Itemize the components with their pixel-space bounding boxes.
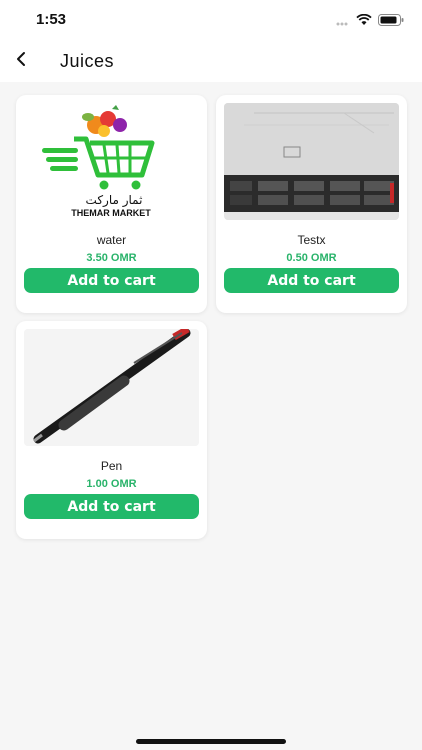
product-name: water bbox=[96, 233, 127, 247]
themar-market-logo: ثمار ماركت THEMAR MARKET bbox=[42, 105, 155, 218]
product-name: Testx bbox=[297, 233, 326, 247]
product-image bbox=[24, 329, 199, 446]
product-image bbox=[224, 103, 399, 220]
home-indicator[interactable] bbox=[136, 739, 286, 744]
product-name: Pen bbox=[100, 459, 123, 473]
page-title: Juices bbox=[60, 51, 115, 71]
status-time: 1:53 bbox=[36, 11, 67, 28]
product-card[interactable]: Pen 1.00 OMR Add to cart bbox=[16, 321, 207, 539]
product-price: 1.00 OMR bbox=[86, 478, 137, 490]
product-card[interactable]: ثمار ماركت THEMAR MARKET water 3.50 OMR … bbox=[16, 95, 207, 313]
app-header: Juices bbox=[0, 40, 422, 82]
signal-icon bbox=[336, 13, 350, 31]
product-price: 0.50 OMR bbox=[286, 252, 337, 264]
product-card[interactable]: Testx 0.50 OMR Add to cart bbox=[216, 95, 407, 313]
add-to-cart-button[interactable]: Add to cart bbox=[24, 268, 199, 293]
back-button[interactable] bbox=[8, 48, 34, 74]
status-bar: 1:53 bbox=[0, 0, 422, 40]
wifi-icon bbox=[356, 13, 372, 31]
logo-arabic-text: ثمار ماركت bbox=[86, 193, 143, 208]
product-price: 3.50 OMR bbox=[86, 252, 137, 264]
product-image: ثمار ماركت THEMAR MARKET bbox=[24, 103, 199, 220]
chevron-left-icon bbox=[15, 51, 27, 72]
add-to-cart-button[interactable]: Add to cart bbox=[24, 494, 199, 519]
add-to-cart-button[interactable]: Add to cart bbox=[224, 268, 399, 293]
status-icons bbox=[336, 13, 404, 31]
battery-icon bbox=[378, 13, 404, 31]
rack-server-image bbox=[224, 103, 399, 220]
pen-image bbox=[24, 329, 199, 446]
logo-latin-text: THEMAR MARKET bbox=[71, 208, 151, 218]
